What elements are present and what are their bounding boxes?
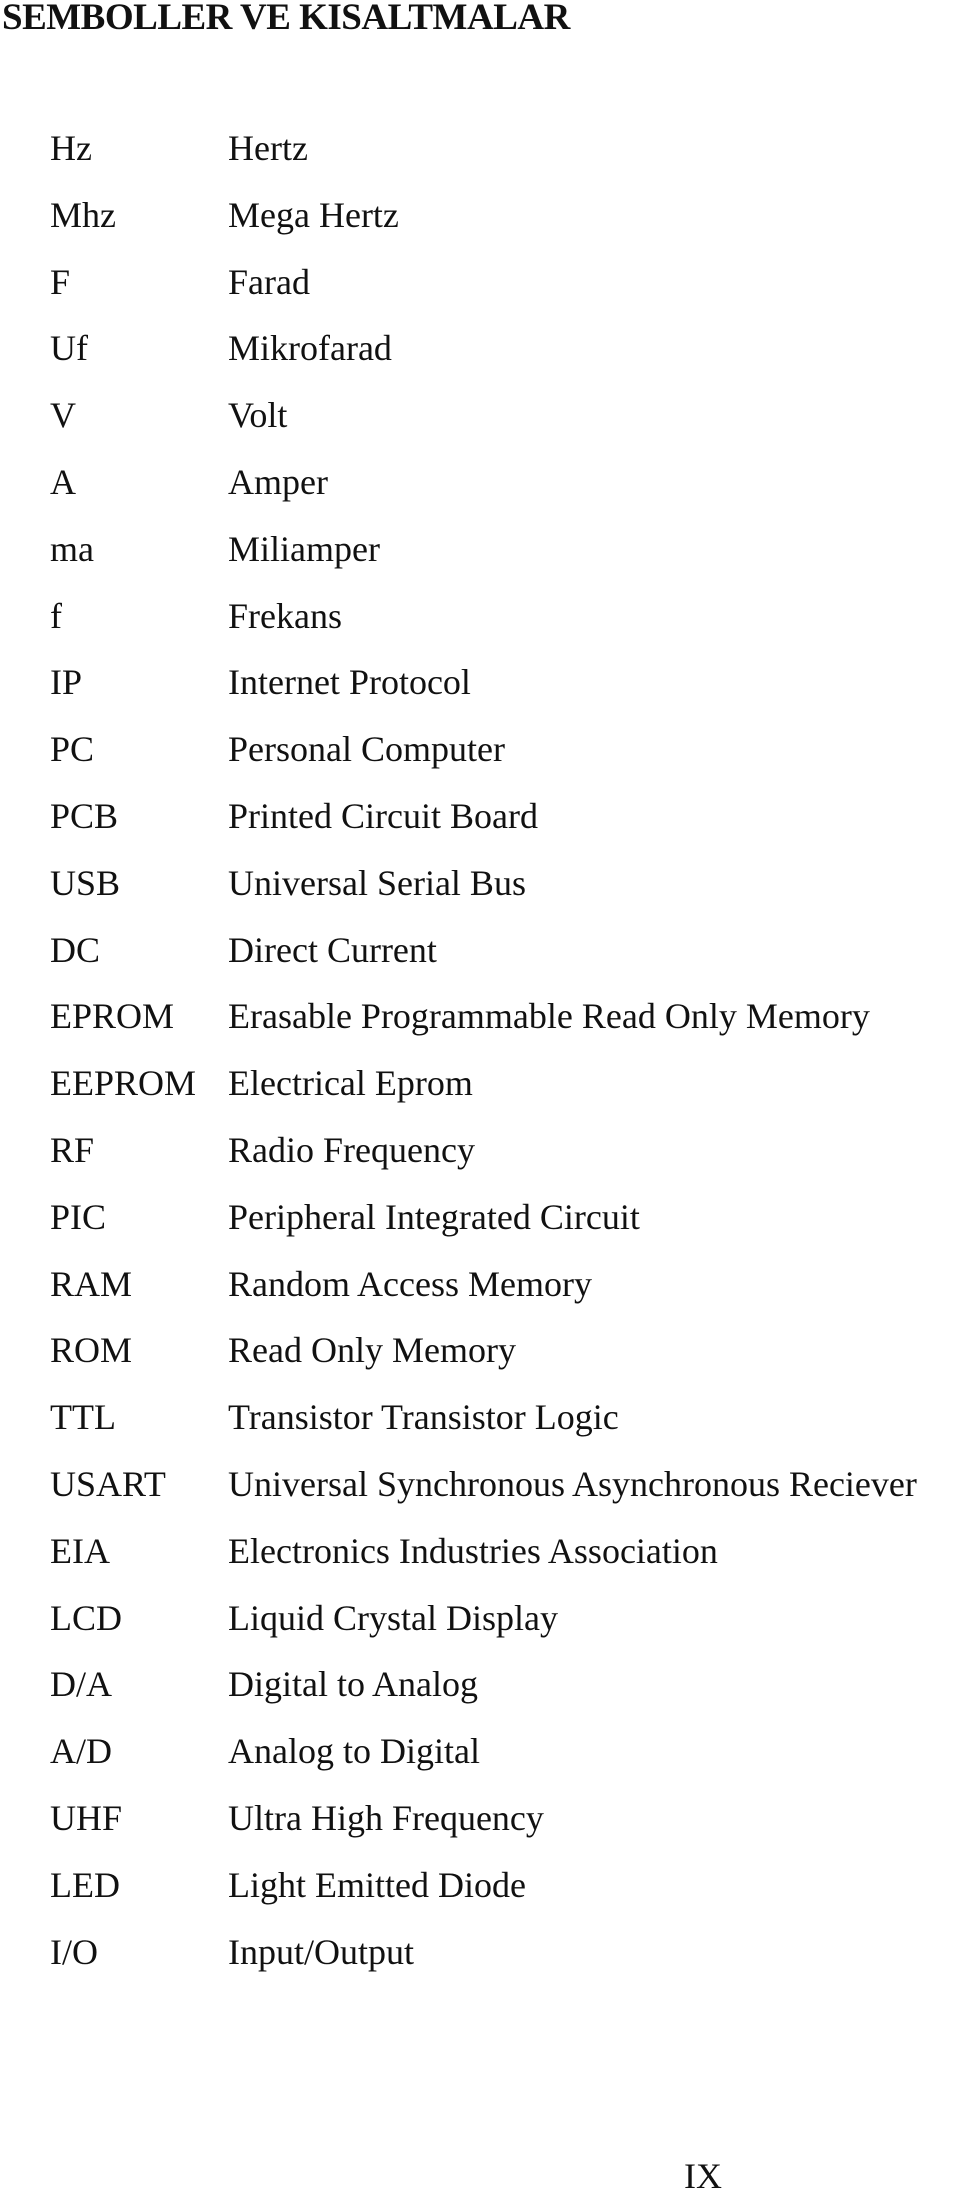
abbreviation-symbol: UHF xyxy=(50,1798,123,1838)
abbreviation-symbol: V xyxy=(50,395,76,436)
abbreviation-meaning: Light Emitted Diode xyxy=(228,1864,526,1905)
abbreviation-meaning: Amper xyxy=(228,462,328,502)
list-item: A Amper xyxy=(0,461,960,521)
abbreviation-meaning: Volt xyxy=(228,395,288,436)
list-item: EPROM Erasable Programmable Read Only Mem… xyxy=(0,995,960,1055)
abbreviation-meaning: Universal Serial Bus xyxy=(228,862,526,903)
list-item: A/D Analog to Digital xyxy=(0,1730,960,1790)
list-item: Uf Mikrofarad xyxy=(0,327,960,387)
abbreviation-symbol: F xyxy=(50,261,71,302)
list-item: TTL Transistor Transistor Logic xyxy=(0,1396,960,1456)
abbreviation-symbol: ma xyxy=(50,528,94,569)
list-item: D/A Digital to Analog xyxy=(0,1663,960,1723)
abbreviation-meaning: Digital to Analog xyxy=(228,1664,478,1705)
list-item: I/O Input/Output xyxy=(0,1931,960,1991)
list-item: DC Direct Current xyxy=(0,929,960,989)
list-item: EIA Electronics Industries Association xyxy=(0,1530,960,1590)
list-item: PCB Printed Circuit Board xyxy=(0,795,960,855)
abbreviation-meaning: Transistor Transistor Logic xyxy=(228,1397,619,1438)
list-item: IP Internet Protocol xyxy=(0,661,960,721)
abbreviation-symbol: Uf xyxy=(50,328,88,369)
abbreviation-meaning: Ultra High Frequency xyxy=(228,1798,544,1838)
abbreviation-symbol: USB xyxy=(50,862,121,903)
abbreviation-symbol: IP xyxy=(50,662,83,703)
abbreviation-meaning: Input/Output xyxy=(228,1931,414,1972)
abbreviation-symbol: RF xyxy=(50,1130,95,1170)
list-item: V Volt xyxy=(0,394,960,454)
abbreviation-meaning: Read Only Memory xyxy=(228,1330,516,1371)
abbreviation-meaning: Analog to Digital xyxy=(228,1731,480,1772)
abbreviation-symbol: PCB xyxy=(50,796,119,836)
list-item: PC Personal Computer xyxy=(0,728,960,788)
abbreviation-symbol: D/A xyxy=(50,1664,112,1705)
abbreviation-meaning: Direct Current xyxy=(228,929,437,970)
list-item: PIC Peripheral Integrated Circuit xyxy=(0,1196,960,1256)
abbreviation-symbol: USART xyxy=(50,1464,166,1504)
abbreviation-symbol: EIA xyxy=(50,1530,110,1571)
abbreviation-meaning: Liquid Crystal Display xyxy=(228,1597,558,1638)
list-item: LED Light Emitted Diode xyxy=(0,1864,960,1924)
list-item: USB Universal Serial Bus xyxy=(0,862,960,922)
list-item: UHF Ultra High Frequency xyxy=(0,1797,960,1857)
abbreviation-symbol: EPROM xyxy=(50,996,175,1037)
list-item: Mhz Mega Hertz xyxy=(0,194,960,254)
list-item: ROM Read Only Memory xyxy=(0,1329,960,1389)
abbreviation-symbol: I/O xyxy=(50,1931,98,1972)
abbreviation-meaning: Farad xyxy=(228,261,310,302)
list-item: RAM Random Access Memory xyxy=(0,1263,960,1323)
list-item: EEPROM Electrical Eprom xyxy=(0,1062,960,1122)
abbreviation-meaning: Frekans xyxy=(228,595,342,636)
abbreviation-meaning: Hertz xyxy=(228,128,308,168)
abbreviation-meaning: Erasable Programmable Read Only Memory xyxy=(228,996,870,1037)
abbreviation-symbol: LCD xyxy=(50,1597,122,1638)
list-item: ma Miliamper xyxy=(0,528,960,588)
page-number: IX xyxy=(684,2156,722,2196)
abbreviation-symbol: ROM xyxy=(50,1330,133,1371)
abbreviation-symbol: A xyxy=(50,462,76,502)
abbreviation-meaning: Personal Computer xyxy=(228,729,505,770)
abbreviation-symbol: LED xyxy=(50,1864,120,1905)
abbreviation-symbol: PIC xyxy=(50,1196,107,1237)
abbreviation-meaning: Internet Protocol xyxy=(228,662,471,703)
abbreviation-symbol: PC xyxy=(50,729,95,770)
abbreviation-symbol: f xyxy=(50,595,62,636)
abbreviation-meaning: Electrical Eprom xyxy=(228,1063,473,1104)
list-item: Hz Hertz xyxy=(0,127,960,187)
abbreviation-symbol: TTL xyxy=(50,1397,116,1438)
page-title: SEMBOLLER VE KISALTMALAR xyxy=(2,0,570,38)
abbreviation-symbol: Hz xyxy=(50,128,92,168)
abbreviation-symbol: RAM xyxy=(50,1263,133,1304)
abbreviation-meaning: Random Access Memory xyxy=(228,1263,592,1304)
abbreviation-meaning: Peripheral Integrated Circuit xyxy=(228,1196,640,1237)
abbreviation-symbol: EEPROM xyxy=(50,1063,197,1104)
abbreviation-meaning: Miliamper xyxy=(228,528,380,569)
list-item: USART Universal Synchronous Asynchronous … xyxy=(0,1463,960,1523)
abbreviation-symbol: Mhz xyxy=(50,194,116,235)
list-item: RF Radio Frequency xyxy=(0,1129,960,1189)
abbreviation-meaning: Mega Hertz xyxy=(228,194,399,235)
list-item: f Frekans xyxy=(0,595,960,655)
abbreviation-meaning: Printed Circuit Board xyxy=(228,796,538,836)
abbreviation-symbol: A/D xyxy=(50,1731,112,1772)
abbreviation-meaning: Radio Frequency xyxy=(228,1130,475,1170)
abbreviation-meaning: Mikrofarad xyxy=(228,328,392,369)
list-item: F Farad xyxy=(0,261,960,321)
abbreviation-meaning: Electronics Industries Association xyxy=(228,1530,718,1571)
list-item: LCD Liquid Crystal Display xyxy=(0,1597,960,1657)
abbreviation-symbol: DC xyxy=(50,929,101,970)
abbreviation-meaning: Universal Synchronous Asynchronous Recie… xyxy=(228,1464,917,1504)
